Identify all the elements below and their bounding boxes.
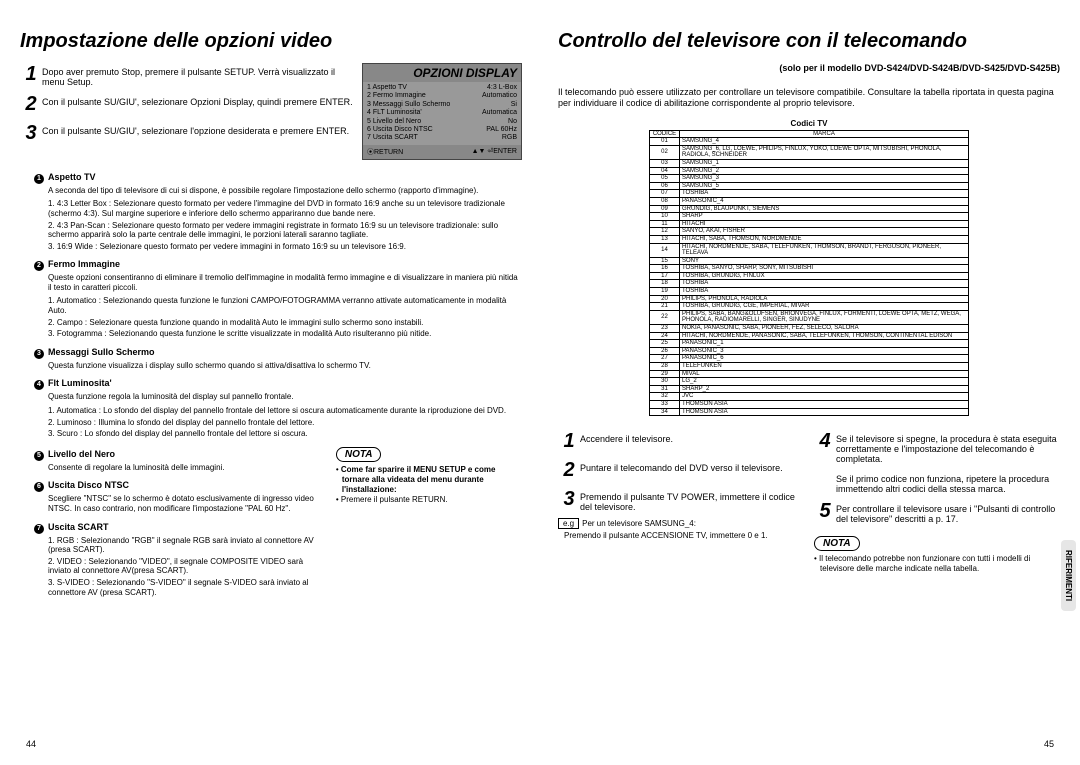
sec1-title: Aspetto TV bbox=[48, 172, 96, 182]
step-3: 3Con il pulsante SU/GIU', selezionare l'… bbox=[20, 122, 356, 145]
step-1: 1Dopo aver premuto Stop, premere il puls… bbox=[20, 63, 356, 87]
nota-left-list: Come far sparire il MENU SETUP e come to… bbox=[336, 465, 522, 505]
right-subtitle: (solo per il modello DVD-S424/DVD-S424B/… bbox=[558, 63, 1060, 73]
r-step-2: 2Puntare il telecomando del DVD verso il… bbox=[558, 459, 804, 482]
sec2-title: Fermo Immagine bbox=[48, 259, 120, 269]
nota-right-list: Il telecomando potrebbe non funzionare c… bbox=[814, 554, 1060, 574]
r-step-1: 1Accendere il televisore. bbox=[558, 430, 804, 453]
right-title: Controllo del televisore con il telecoma… bbox=[558, 30, 1060, 53]
right-page: Controllo del televisore con il telecoma… bbox=[558, 30, 1060, 599]
enter-label: ENTER bbox=[493, 148, 517, 155]
right-intro: Il telecomando può essere utilizzato per… bbox=[558, 87, 1060, 109]
return-label: RETURN bbox=[374, 149, 403, 156]
nota-box-left: NOTA bbox=[336, 447, 382, 462]
sec3-title: Messaggi Sullo Schermo bbox=[48, 347, 155, 357]
side-tab: RIFERIMENTI bbox=[1061, 540, 1076, 611]
eg-badge: e.g bbox=[558, 518, 579, 529]
left-page: Impostazione delle opzioni video OPZIONI… bbox=[20, 30, 522, 599]
sec4-title: Flt Luminosita' bbox=[48, 378, 112, 388]
r-step-4: 4Se il televisore si spegne, la procedur… bbox=[814, 430, 1060, 464]
left-title: Impostazione delle opzioni video bbox=[20, 30, 522, 53]
sec6-title: Uscita Disco NTSC bbox=[48, 480, 129, 490]
sec5-title: Livello del Nero bbox=[48, 449, 115, 459]
opzioni-title: OPZIONI DISPLAY bbox=[363, 64, 521, 82]
r-step-3: 3Premendo il pulsante TV POWER, immetter… bbox=[558, 488, 804, 512]
codici-title: Codici TV bbox=[558, 119, 1060, 128]
eg-sub: Premendo il pulsante ACCENSIONE TV, imme… bbox=[558, 531, 804, 540]
opzioni-display-box: OPZIONI DISPLAY 1 Aspetto TV4:3 L-Box2 F… bbox=[362, 63, 522, 160]
left-pagenum: 44 bbox=[26, 739, 36, 749]
nota-box-right: NOTA bbox=[814, 536, 860, 551]
r-step4-extra: Se il primo codice non funziona, ripeter… bbox=[814, 470, 1060, 494]
step-2: 2Con il pulsante SU/GIU', selezionare Op… bbox=[20, 93, 356, 116]
sec7-title: Uscita SCART bbox=[48, 522, 109, 532]
codici-table: CODICEMARCA 01SAMSUNG_402SAMSUNG_6, LG, … bbox=[649, 130, 969, 417]
right-pagenum: 45 bbox=[1044, 739, 1054, 749]
r-step-5: 5Per controllare il televisore usare i "… bbox=[814, 500, 1060, 524]
